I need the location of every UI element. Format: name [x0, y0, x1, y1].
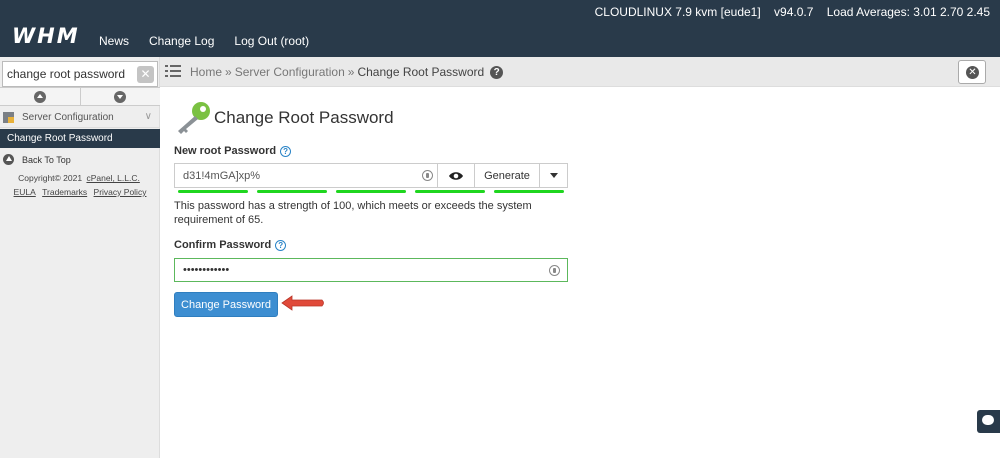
- privacy-policy-link[interactable]: Privacy Policy: [94, 187, 147, 197]
- confirm-password-label: Confirm Password ?: [174, 239, 287, 251]
- server-configuration-icon: [3, 111, 14, 123]
- strength-bar-segment: [178, 190, 248, 193]
- new-password-group: Generate: [174, 163, 568, 188]
- os-info: CLOUDLINUX 7.9 kvm [eude1]: [594, 5, 761, 19]
- page-title: Change Root Password: [214, 108, 394, 127]
- sidebar-search: ✕: [2, 61, 158, 87]
- close-icon: ✕: [966, 66, 979, 79]
- breadcrumb-home[interactable]: Home: [190, 65, 222, 79]
- arrow-up-circle-icon: [3, 154, 14, 165]
- cpanel-link[interactable]: cPanel, L.L.C.: [86, 173, 139, 183]
- chat-icon: [982, 415, 994, 425]
- expand-all-button[interactable]: [81, 88, 161, 105]
- chevron-up-icon: [33, 90, 46, 103]
- collapse-controls: [0, 87, 160, 106]
- password-manager-icon[interactable]: [549, 265, 560, 276]
- version-info: v94.0.7: [774, 5, 814, 19]
- group-chevron-icon: ∨: [144, 111, 152, 122]
- show-password-button[interactable]: [437, 164, 474, 187]
- password-strength-message: This password has a strength of 100, whi…: [174, 200, 532, 226]
- sidebar: ✕ Server Configuration ∨ Change Root Pas…: [0, 57, 160, 458]
- key-icon: [178, 102, 210, 134]
- strength-bar-segment: [415, 190, 485, 193]
- trademarks-link[interactable]: Trademarks: [42, 187, 87, 197]
- sidebar-item-change-root-password[interactable]: Change Root Password: [0, 129, 160, 148]
- strength-bar-segment: [257, 190, 327, 193]
- help-icon[interactable]: ?: [490, 65, 504, 79]
- breadcrumb-current: Change Root Password: [357, 65, 485, 79]
- top-header: CLOUDLINUX 7.9 kvm [eude1] v94.0.7 Load …: [0, 0, 1000, 57]
- new-password-label: New root Password ?: [174, 145, 292, 157]
- chat-support-button[interactable]: [977, 410, 1000, 433]
- breadcrumb-server-configuration[interactable]: Server Configuration: [235, 65, 345, 79]
- nav-logout-link[interactable]: Log Out (root): [234, 34, 309, 48]
- eula-link[interactable]: EULA: [14, 187, 36, 197]
- breadcrumb-bar: Home » Server Configuration » Change Roo…: [160, 57, 1000, 87]
- question-icon[interactable]: ?: [280, 145, 292, 157]
- back-to-top-link[interactable]: Back To Top: [0, 151, 160, 168]
- breadcrumb-separator: »: [225, 65, 232, 79]
- nav-change-log-link[interactable]: Change Log: [149, 34, 214, 48]
- sidebar-group-label: Server Configuration: [22, 111, 114, 123]
- password-manager-icon[interactable]: [422, 170, 433, 181]
- system-info: CLOUDLINUX 7.9 kvm [eude1] v94.0.7 Load …: [585, 5, 990, 19]
- nav-news-link[interactable]: News: [99, 34, 129, 48]
- confirm-password-label-text: Confirm Password: [174, 239, 272, 251]
- top-nav: News Change Log Log Out (root): [99, 34, 329, 48]
- menu-toggle-icon[interactable]: [165, 65, 181, 77]
- back-to-top-label: Back To Top: [22, 154, 71, 165]
- collapse-all-button[interactable]: [0, 88, 81, 105]
- strength-bar-segment: [494, 190, 564, 193]
- sidebar-search-input[interactable]: [7, 65, 133, 83]
- generate-options-dropdown[interactable]: [539, 164, 567, 187]
- breadcrumb-separator: »: [347, 65, 355, 79]
- red-arrow-annotation: [281, 295, 324, 311]
- new-password-label-text: New root Password: [174, 145, 277, 157]
- sidebar-group-server-configuration[interactable]: Server Configuration ∨: [0, 107, 160, 128]
- confirm-password-input[interactable]: [175, 259, 545, 281]
- breadcrumb: Home » Server Configuration » Change Roo…: [190, 65, 504, 79]
- chevron-down-icon: [114, 90, 127, 103]
- caret-down-icon: [549, 173, 558, 178]
- copyright-text: Copyright© 2021: [18, 173, 83, 183]
- strength-bar-segment: [336, 190, 406, 193]
- question-icon[interactable]: ?: [275, 239, 287, 251]
- load-averages: Load Averages: 3.01 2.70 2.45: [826, 5, 990, 19]
- confirm-password-group: [174, 258, 568, 282]
- generate-password-button[interactable]: Generate: [474, 164, 539, 187]
- sidebar-footer: Copyright© 2021 cPanel, L.L.C. EULA Trad…: [0, 171, 160, 199]
- change-password-button[interactable]: Change Password: [174, 292, 278, 317]
- new-password-input[interactable]: [175, 164, 437, 187]
- whm-logo[interactable]: WHM: [12, 24, 80, 48]
- eye-icon: [449, 171, 463, 180]
- close-page-button[interactable]: ✕: [958, 60, 986, 84]
- clear-search-button[interactable]: ✕: [137, 66, 154, 83]
